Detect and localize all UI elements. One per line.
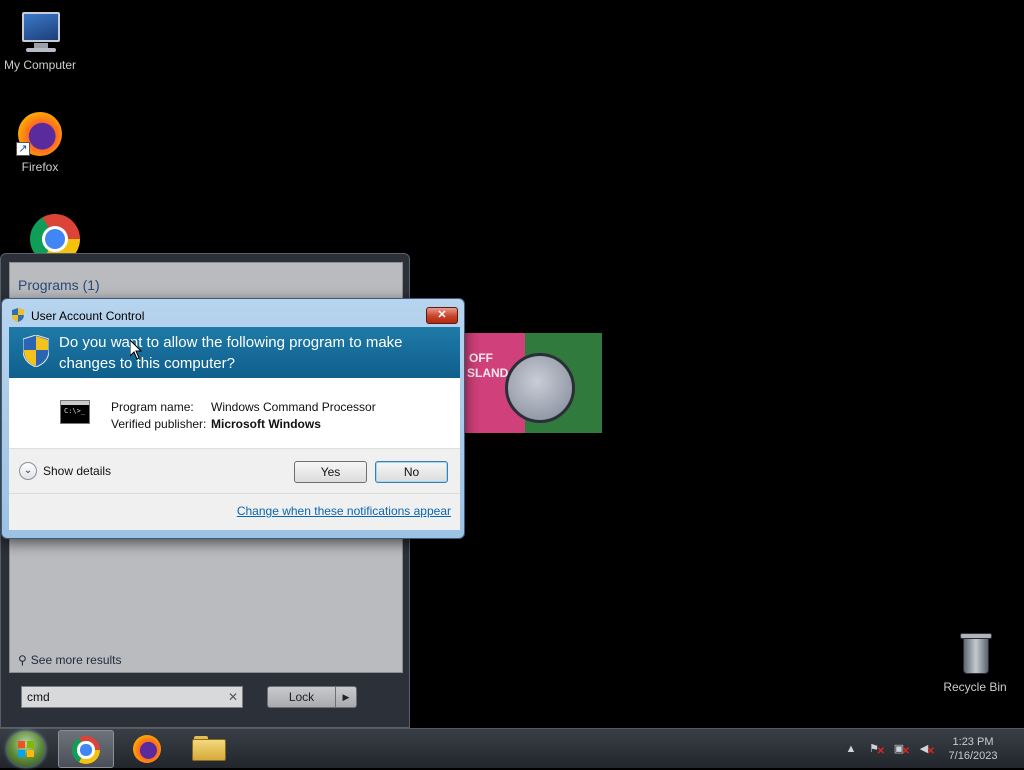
uac-question: Do you want to allow the following progr… [59,334,403,372]
start-button[interactable] [7,731,45,767]
action-center-flag-icon[interactable]: ⚑ ✕ [866,741,885,757]
close-button[interactable]: ✕ [426,307,458,324]
desktop-icon-recycle-bin[interactable]: Recycle Bin [935,630,1015,694]
see-more-results-link[interactable]: ⚲ See more results [18,653,122,667]
computer-icon [16,8,64,56]
uac-title: User Account Control [31,309,145,323]
volume-muted-icon[interactable]: ◀ ✕ [916,741,935,757]
uac-shield-icon [23,335,49,367]
video-thumbnail[interactable]: OFF SLAND [465,333,602,433]
windows-logo-icon [18,741,34,757]
firefox-icon [133,735,161,763]
desktop-icon-label: My Computer [3,58,77,72]
desktop-icon-my-computer[interactable]: My Computer [0,8,80,72]
recycle-bin-icon [951,630,999,678]
power-options-arrow-icon[interactable]: ▶ [336,687,356,707]
chevron-down-icon: ⌄ [19,462,37,480]
show-details-label: Show details [43,464,112,478]
uac-banner: Do you want to allow the following progr… [9,327,460,378]
change-notifications-link[interactable]: Change when these notifications appear [237,504,451,518]
character-face-image [505,353,575,423]
taskbar: ▲ ⚑ ✕ ▣ ✕ ◀ ✕ 1:23 PM 7/16/2023 [0,728,1024,768]
uac-titlebar[interactable]: User Account Control ✕ [2,299,464,327]
clear-search-icon[interactable]: ✕ [228,690,238,704]
desktop: My Computer ↗ Firefox Recycle Bin OFF SL… [0,0,1024,728]
publisher-value: Microsoft Windows [211,417,321,431]
yes-button[interactable]: Yes [294,461,367,483]
chrome-icon [72,736,100,764]
no-button[interactable]: No [375,461,448,483]
desktop-icon-label: Recycle Bin [943,680,1007,694]
clock-date: 7/16/2023 [948,750,998,762]
programs-header: Programs (1) [18,277,100,293]
network-icon[interactable]: ▣ ✕ [891,741,910,757]
thumbnail-text: SLAND [467,366,509,380]
uac-dialog: User Account Control ✕ Do you want to al… [1,298,465,539]
uac-body: C:\>_ Program name: Windows Command Proc… [9,378,460,530]
system-clock[interactable]: 1:23 PM 7/16/2023 [938,735,1008,763]
search-value: cmd [27,690,50,704]
start-search-input[interactable]: cmd ✕ [21,686,243,708]
lock-button[interactable]: Lock ▶ [267,686,357,708]
firefox-icon: ↗ [16,110,64,158]
taskbar-chrome[interactable] [58,730,114,768]
see-more-label: See more results [30,653,122,667]
taskbar-firefox[interactable] [120,730,176,768]
show-details-toggle[interactable]: ⌄ Show details [19,462,111,480]
lock-button-label[interactable]: Lock [268,687,336,707]
command-prompt-icon: C:\>_ [60,400,90,424]
mouse-cursor-icon [130,340,142,360]
clock-time: 1:23 PM [952,736,994,748]
program-name-value: Windows Command Processor [211,400,376,414]
taskbar-explorer[interactable] [182,730,238,768]
divider [9,493,460,494]
uac-program-details: C:\>_ Program name: Windows Command Proc… [9,378,460,448]
program-name-label: Program name: [111,400,194,414]
desktop-icon-label: Firefox [21,160,59,174]
show-hidden-icons-button[interactable]: ▲ [843,741,859,757]
shortcut-arrow-icon: ↗ [16,142,30,156]
thumbnail-text: OFF [469,351,493,365]
uac-shield-small-icon [12,308,24,322]
search-icon: ⚲ [18,653,27,667]
uac-footer: ⌄ Show details Yes No Change when these … [9,448,460,530]
desktop-icon-firefox[interactable]: ↗ Firefox [0,110,80,174]
publisher-label: Verified publisher: [111,417,207,431]
